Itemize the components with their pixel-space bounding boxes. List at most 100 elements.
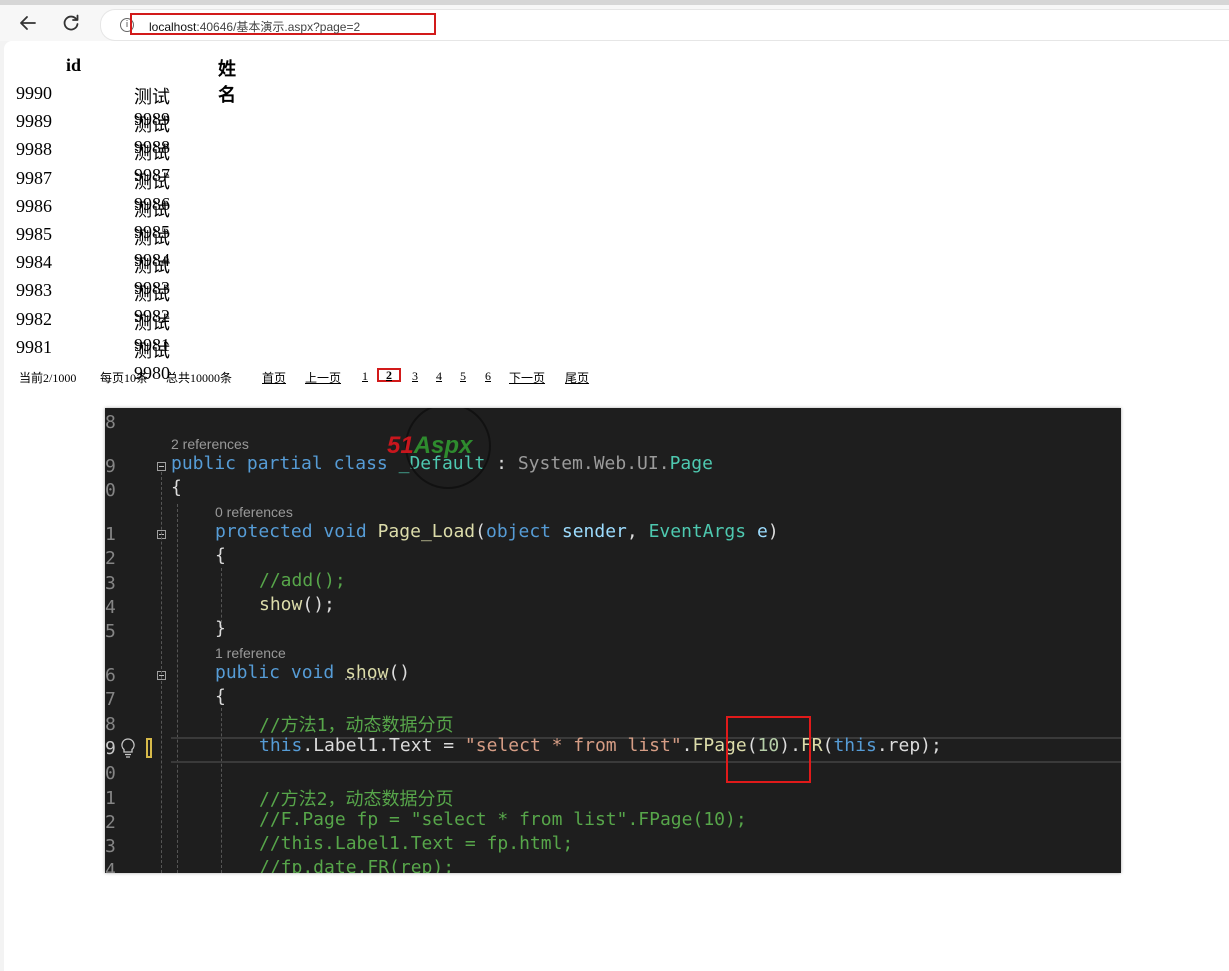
outline-guide [161, 472, 162, 873]
edit-marker [146, 738, 152, 758]
cell-id: 9990 [16, 83, 52, 103]
pager-current: 当前2/1000 [19, 371, 77, 385]
code-token: { [215, 545, 226, 566]
pager-first-link[interactable]: 首页 [262, 369, 286, 386]
cell-id: 9986 [16, 195, 52, 216]
url-text[interactable]: localhost:40646/基本演示.aspx?page=2 [149, 18, 360, 35]
code-token: , [626, 521, 638, 542]
cell-id: 9981 [16, 336, 52, 357]
code-token: //this.Label1.Text = fp.html; [259, 833, 574, 854]
code-token: //add(); [259, 570, 346, 591]
line-number: 9 [105, 456, 116, 477]
pager-page-link[interactable]: 6 [485, 369, 491, 384]
back-button[interactable] [15, 11, 41, 35]
code-token: partial [246, 453, 323, 474]
code-token: //方法2，动态数据分页 [259, 789, 454, 810]
cell-id: 9982 [16, 308, 52, 329]
code-token: void [290, 662, 335, 683]
pager-next-link[interactable]: 下一页 [509, 369, 545, 386]
pager-page-link[interactable]: 1 [362, 369, 368, 384]
pager-total: 总共10000条 [166, 371, 233, 385]
code-token: Page [669, 453, 713, 474]
indent-guide [177, 504, 178, 873]
line-number-current: 9 [105, 738, 116, 759]
code-token: . [681, 735, 693, 756]
code-token: Page_Load [377, 521, 476, 542]
pager-prev-link[interactable]: 上一页 [305, 369, 341, 386]
code-token: .Label1.Text = [302, 735, 465, 756]
code-token: this [833, 735, 877, 756]
refresh-icon [63, 14, 79, 31]
line-number: 6 [105, 665, 116, 686]
code-line: show(); [259, 594, 335, 615]
pager: 当前2/1000 每页10条 总共10000条 首页 上一页 1 2 3 4 5… [4, 368, 1229, 386]
code-token: public [215, 662, 281, 683]
cell-id: 9983 [16, 280, 52, 301]
line-number: 2 [105, 548, 116, 569]
code-token: public [171, 453, 237, 474]
code-line: } [215, 618, 226, 639]
cell-id: 9988 [16, 139, 52, 160]
code-token: .rep); [876, 735, 942, 756]
code-line: //fp.date.FR(rep); [259, 857, 454, 873]
code-token: class [333, 453, 388, 474]
watermark-logo: 51Aspx [387, 432, 473, 459]
code-token: //fp.date.FR(rep); [259, 857, 455, 873]
line-number: 7 [105, 689, 116, 710]
codelens-references[interactable]: 0 references [215, 504, 293, 520]
browser-toolbar: i localhost:40646/基本演示.aspx?page=2 [0, 5, 1229, 41]
refresh-button[interactable] [58, 11, 84, 35]
code-line: protected void Page_Load(object sender, … [215, 521, 779, 542]
line-number: 8 [105, 714, 116, 735]
line-number: 0 [105, 763, 116, 784]
code-token: EventArgs [648, 521, 747, 542]
code-token: ( [475, 521, 486, 542]
code-token: (); [302, 594, 335, 615]
line-number: 2 [105, 812, 116, 833]
indent-guide [221, 708, 222, 873]
code-token: void [323, 521, 367, 542]
code-line: //方法2，动态数据分页 [259, 785, 454, 811]
code-token: protected [215, 521, 313, 542]
code-token: object [485, 521, 552, 542]
cell-id: 9984 [16, 252, 52, 273]
pager-last-link[interactable]: 尾页 [565, 369, 589, 386]
code-token: ( [822, 735, 834, 756]
line-number: 5 [105, 621, 116, 642]
line-number: 3 [105, 836, 116, 857]
cell-id: 9989 [16, 111, 52, 132]
line-number: 0 [105, 480, 116, 501]
line-number: 8 [105, 412, 116, 433]
code-line: //方法1，动态数据分页 [259, 711, 454, 737]
code-line: { [171, 477, 182, 498]
code-token: { [171, 477, 182, 498]
page-content: id 姓名 9990 测试9989 9989 测试9988 9988 测试9987 9… [4, 41, 1229, 971]
column-header-name: 姓名 [218, 59, 236, 105]
code-line-current: this .Label1.Text = "select * from list".… [259, 735, 942, 756]
code-line: { [215, 545, 226, 566]
collapse-icon[interactable] [157, 462, 166, 471]
code-editor-screenshot: 8 9 0 1 2 3 4 5 6 7 8 9 0 1 2 3 4 2 refe… [105, 408, 1121, 873]
code-token: ) [767, 521, 779, 542]
code-token: System.Web.UI. [517, 453, 670, 474]
pager-page-link[interactable]: 3 [412, 369, 418, 384]
cell-id: 9987 [16, 167, 52, 188]
back-arrow-icon [20, 16, 36, 30]
code-token: { [215, 686, 226, 707]
code-line: public void show() [215, 662, 410, 683]
pager-current-page[interactable]: 2 [377, 368, 401, 382]
code-token: "select * from list" [464, 735, 682, 756]
codelens-references[interactable]: 2 references [171, 436, 249, 452]
code-token: show [259, 594, 303, 615]
code-line: //F.Page fp = "select * from list".FPage… [259, 809, 747, 830]
code-token: //方法1，动态数据分页 [259, 715, 454, 736]
url-path: :40646/基本演示.aspx?page=2 [196, 20, 361, 34]
line-number: 1 [105, 788, 116, 809]
pager-page-link[interactable]: 5 [460, 369, 466, 384]
code-line: //this.Label1.Text = fp.html; [259, 833, 573, 854]
code-token: show [345, 662, 389, 683]
lightbulb-icon[interactable] [120, 737, 136, 759]
codelens-references[interactable]: 1 reference [215, 645, 286, 661]
pager-page-link[interactable]: 4 [436, 369, 442, 384]
address-bar[interactable]: i localhost:40646/基本演示.aspx?page=2 [100, 9, 1229, 41]
